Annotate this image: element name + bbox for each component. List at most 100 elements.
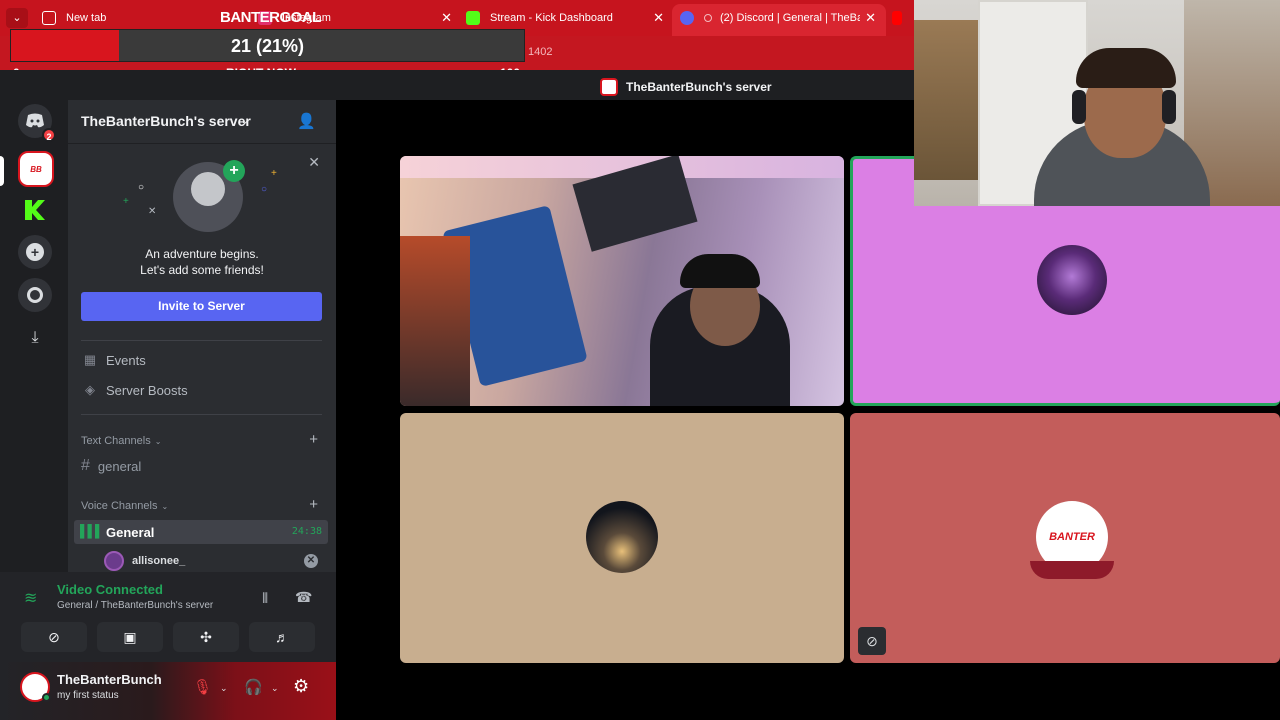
discord-icon bbox=[680, 11, 694, 25]
voice-timer: 24:38 bbox=[291, 526, 322, 537]
goal-value: 21 (21%) bbox=[230, 36, 305, 56]
video-tile-camera[interactable] bbox=[400, 156, 844, 406]
boost-icon: ◈ bbox=[85, 382, 95, 397]
sparkle-icon: ○ bbox=[261, 184, 268, 195]
gaming-chair bbox=[400, 236, 470, 406]
user-panel: TheBanterBunch my first status 🎙 ⌄ 🎧 ⌄ ⚙ bbox=[0, 662, 336, 720]
soundboard-button[interactable]: ♬ bbox=[249, 622, 315, 652]
plus-icon: + bbox=[223, 160, 245, 182]
sparkle-icon: ○ bbox=[138, 182, 145, 193]
create-channel-icon[interactable]: + bbox=[309, 496, 318, 513]
audio-icon bbox=[704, 14, 712, 22]
activities-icon: ✣ bbox=[200, 629, 212, 645]
voice-channels-category[interactable]: Voice Channels ⌄ bbox=[81, 498, 168, 514]
soundboard-icon: ♬ bbox=[275, 629, 289, 645]
headphones-icon[interactable]: 🎧 bbox=[244, 678, 263, 696]
tab-discord[interactable]: (2) Discord | General | TheBan ✕ bbox=[680, 6, 876, 30]
invite-to-server-button[interactable]: Invite to Server bbox=[81, 292, 322, 321]
custom-status: my first status bbox=[57, 690, 119, 701]
activities-button[interactable]: ✣ bbox=[173, 622, 239, 652]
chevron-down-icon: ⌄ bbox=[154, 436, 162, 446]
avatar bbox=[104, 551, 124, 571]
streamer-webcam-overlay bbox=[914, 0, 1280, 206]
gear-icon[interactable]: ⚙ bbox=[293, 676, 309, 697]
banter-logo-icon: BANTER bbox=[1049, 531, 1095, 543]
avatar bbox=[586, 501, 658, 573]
server-boosts-link[interactable]: ◈ Server Boosts bbox=[81, 378, 188, 402]
streamer-hair bbox=[1076, 48, 1176, 88]
divider bbox=[81, 340, 322, 341]
create-channel-icon[interactable]: + bbox=[309, 431, 318, 448]
selected-server-pill bbox=[0, 156, 4, 186]
channel-name: general bbox=[97, 458, 142, 474]
kick-server-icon[interactable] bbox=[18, 193, 52, 227]
add-user-icon[interactable]: 👤 bbox=[297, 112, 316, 130]
server-header[interactable]: TheBanterBunch's server ⌄ 👤 bbox=[68, 100, 336, 144]
chevron-down-icon[interactable]: ⌄ bbox=[220, 683, 228, 694]
mic-muted-icon[interactable]: 🎙 bbox=[193, 678, 212, 696]
adventure-subheading: Let's add some friends! bbox=[140, 263, 264, 277]
notification-badge: 2 bbox=[42, 128, 56, 142]
voice-channel-general[interactable]: ▌▌▌ General 24:38 bbox=[74, 520, 328, 544]
text-channels-category[interactable]: Text Channels ⌄ bbox=[81, 433, 161, 449]
server-name: TheBanterBunch's server bbox=[81, 113, 251, 129]
adventure-card: ✕ + ○ + ✕ + ○ An adventure begins. Let's… bbox=[68, 144, 336, 334]
kick-logo-icon bbox=[25, 200, 45, 220]
noise-suppression-icon[interactable]: ⦀ bbox=[262, 590, 268, 607]
tab-youtube[interactable] bbox=[892, 6, 912, 30]
voice-channel-name: General bbox=[106, 525, 155, 540]
banter-logo-icon: BB bbox=[30, 164, 42, 174]
hash-icon: # bbox=[81, 457, 90, 474]
channel-general[interactable]: # general bbox=[81, 454, 141, 478]
discord-logo-icon bbox=[26, 113, 44, 128]
signal-icon[interactable]: ≋ bbox=[24, 588, 37, 608]
connection-location: General / TheBanterBunch's server bbox=[57, 600, 214, 611]
disconnect-icon[interactable]: ☎ bbox=[295, 589, 312, 606]
person-cap bbox=[680, 254, 760, 288]
headphones-icon bbox=[1072, 90, 1086, 124]
voice-user[interactable]: allisonee_ ✕ bbox=[104, 550, 318, 572]
goal-title: BANTERGOAL bbox=[220, 9, 321, 26]
video-tile-user[interactable] bbox=[400, 413, 844, 663]
direct-messages-button[interactable]: 2 bbox=[18, 104, 56, 142]
banter-bunch-server-icon[interactable]: BB bbox=[18, 151, 54, 187]
close-icon[interactable]: ✕ bbox=[308, 154, 320, 171]
calendar-icon: ▦ bbox=[83, 352, 97, 367]
discover-button[interactable] bbox=[18, 278, 52, 312]
url-text: 1402 bbox=[528, 46, 553, 58]
screen-share-button[interactable]: ▣ bbox=[97, 622, 163, 652]
camera-off-icon: ⊘ bbox=[48, 629, 60, 645]
voice-user-name: allisonee_ bbox=[132, 555, 186, 567]
divider bbox=[81, 414, 322, 415]
category-label: Voice Channels bbox=[81, 500, 158, 512]
headphones-icon bbox=[1162, 90, 1176, 124]
connection-status[interactable]: Video Connected bbox=[57, 582, 163, 597]
muted-mic-icon: ⊘ bbox=[858, 627, 886, 655]
goal-progress-bar: 21 (21%) bbox=[10, 29, 525, 62]
download-icon: ⤓ bbox=[31, 329, 39, 346]
download-apps-button[interactable]: ⤓ bbox=[18, 321, 52, 355]
chevron-down-icon[interactable]: ⌄ bbox=[271, 683, 279, 694]
sparkle-icon: + bbox=[123, 196, 129, 207]
add-server-button[interactable]: + bbox=[18, 235, 52, 269]
online-status-icon bbox=[42, 693, 51, 702]
events-link[interactable]: ▦ Events bbox=[81, 348, 146, 372]
adventure-heading: An adventure begins. bbox=[145, 247, 259, 261]
camera-off-button[interactable]: ⊘ bbox=[21, 622, 87, 652]
server-mini-icon bbox=[600, 78, 618, 96]
close-tab-icon[interactable]: ✕ bbox=[653, 10, 664, 26]
video-tile-banter-bunch[interactable]: BANTER ⊘ bbox=[850, 413, 1280, 663]
username[interactable]: TheBanterBunch bbox=[57, 672, 162, 687]
sparkle-icon: + bbox=[271, 168, 277, 179]
voice-connection-panel: ≋ Video Connected General / TheBanterBun… bbox=[0, 572, 336, 662]
chevron-down-icon: ⌄ bbox=[161, 501, 169, 511]
youtube-icon bbox=[892, 11, 902, 25]
category-label: Text Channels bbox=[81, 435, 151, 447]
nav-label: Server Boosts bbox=[106, 382, 188, 398]
title-server-name: TheBanterBunch's server bbox=[626, 80, 772, 94]
chevron-down-icon: ⌄ bbox=[240, 115, 250, 127]
xbox-icon: ✕ bbox=[304, 554, 318, 568]
avatar bbox=[1037, 245, 1107, 315]
close-tab-icon[interactable]: ✕ bbox=[865, 10, 876, 26]
background-shelf-left bbox=[914, 20, 978, 180]
